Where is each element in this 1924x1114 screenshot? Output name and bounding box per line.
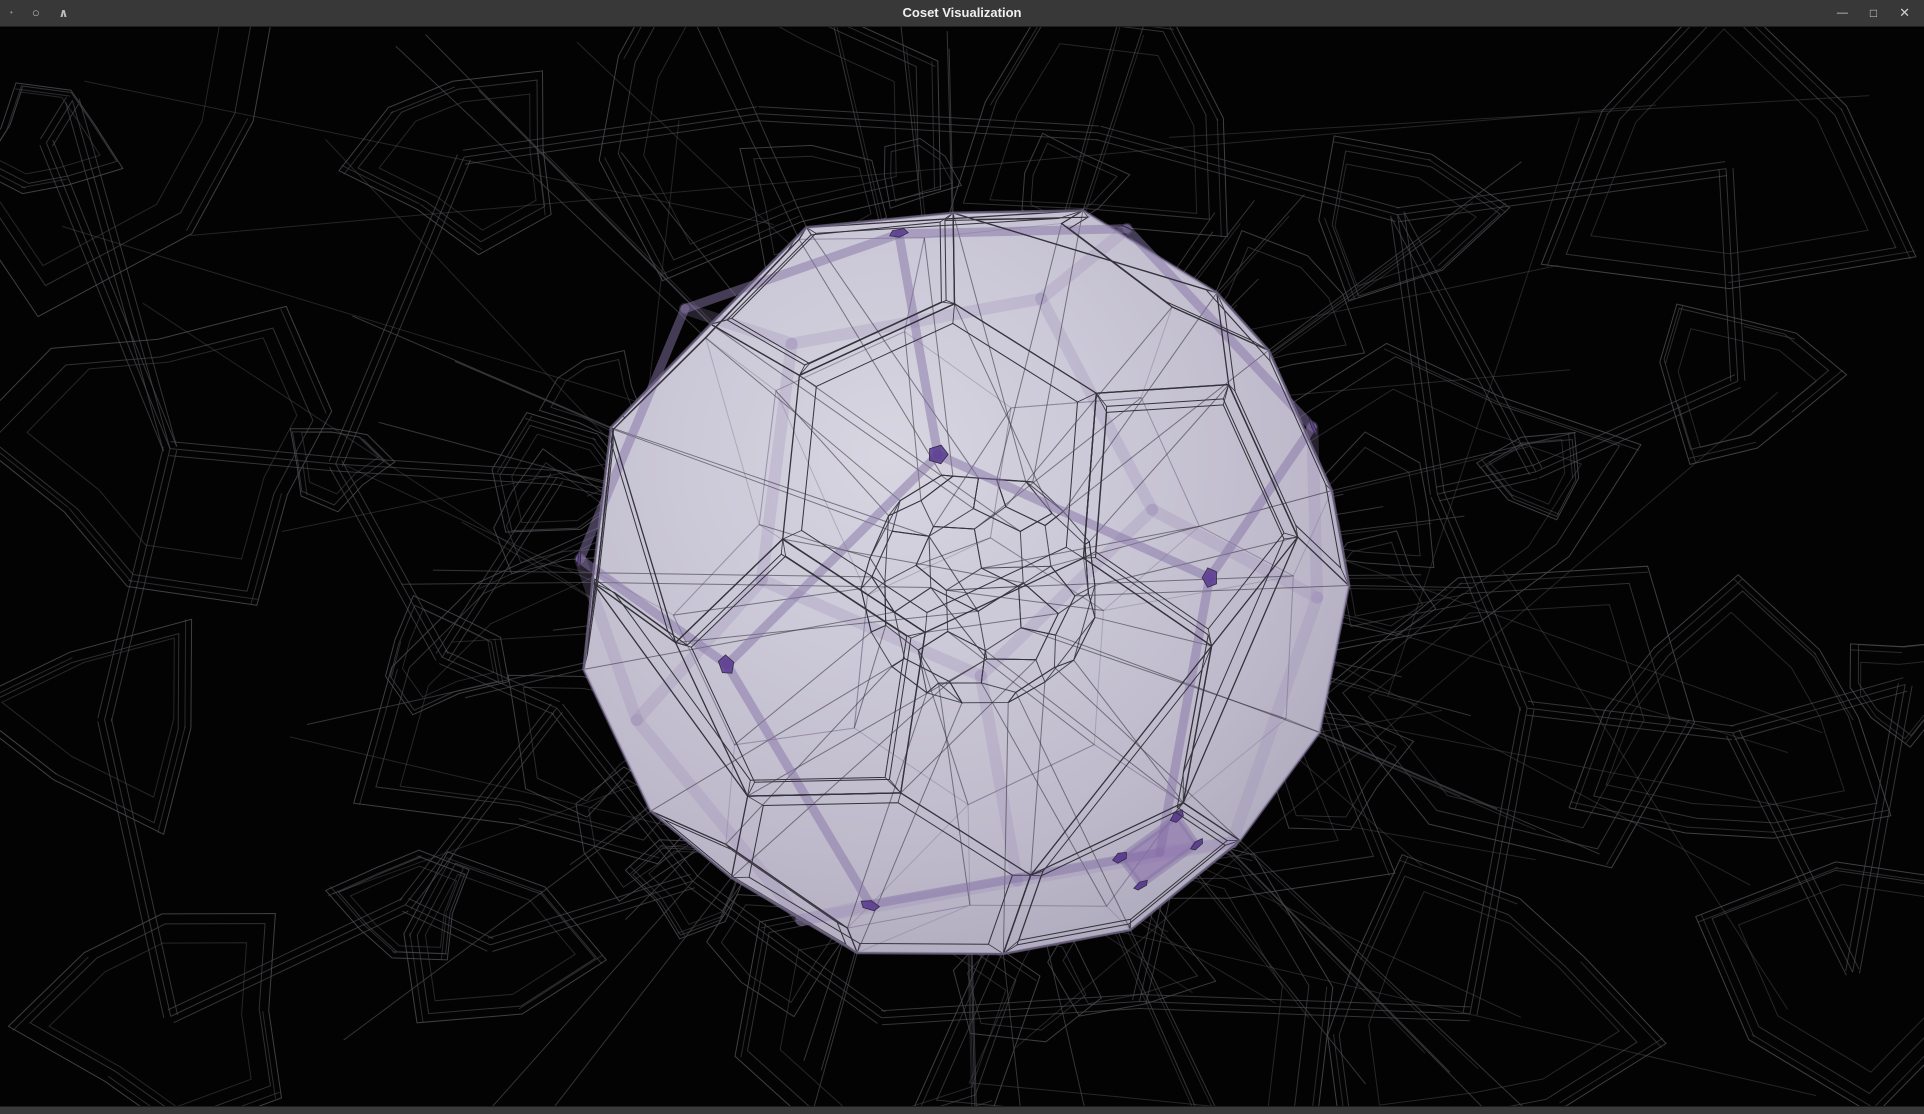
circle-icon[interactable]: ○ (32, 0, 40, 26)
titlebar-left-icons: • ○ ∧ (10, 0, 68, 26)
window-controls: — □ ✕ (1837, 0, 1910, 26)
app-indicator-icon: • (10, 0, 13, 26)
visualization-canvas[interactable] (0, 27, 1924, 1106)
titlebar: • ○ ∧ Coset Visualization — □ ✕ (0, 0, 1924, 27)
window-bottom-edge (0, 1106, 1924, 1114)
coset-3d-scene (0, 27, 1924, 1106)
window-title: Coset Visualization (0, 0, 1924, 26)
minimize-button[interactable]: — (1837, 0, 1848, 26)
close-button[interactable]: ✕ (1899, 0, 1910, 26)
maximize-button[interactable]: □ (1870, 0, 1877, 26)
app-window: • ○ ∧ Coset Visualization — □ ✕ (0, 0, 1924, 1114)
chevron-up-icon[interactable]: ∧ (59, 0, 69, 26)
